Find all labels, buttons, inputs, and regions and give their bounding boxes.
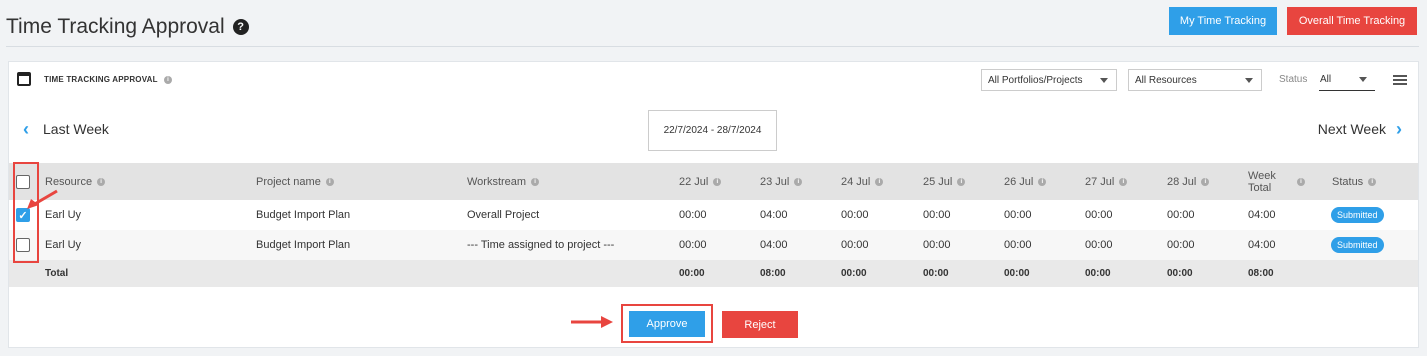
header-day-2[interactable]: 23 Jul i [760, 163, 803, 200]
card-title-text: TIME TRACKING APPROVAL [44, 75, 158, 84]
chevron-down-icon [1100, 78, 1108, 83]
resource-filter-dropdown[interactable]: All Resources [1128, 69, 1262, 91]
header-workstream[interactable]: Workstream i [467, 163, 540, 200]
chevron-left-icon: ‹ [23, 119, 29, 139]
portfolio-filter-value: All Portfolios/Projects [988, 74, 1083, 86]
annotation-arrow-icon [571, 316, 613, 328]
approval-card: TIME TRACKING APPROVAL i All Portfolios/… [8, 61, 1419, 348]
info-icon: i [1368, 177, 1377, 186]
total-label: Total [45, 268, 69, 279]
header-day-7[interactable]: 28 Jul i [1167, 163, 1210, 200]
hamburger-menu-icon[interactable] [1393, 75, 1407, 85]
info-icon: i [97, 177, 106, 186]
info-icon: i [1297, 177, 1305, 186]
approve-button-highlight [621, 304, 713, 343]
cell-day-3: 00:00 [841, 239, 869, 251]
cell-day-3: 00:00 [841, 209, 869, 221]
next-week-link[interactable]: Next Week › [1318, 120, 1402, 138]
header-divider [6, 46, 1419, 47]
checkbox-column-highlight [13, 162, 39, 263]
table-row[interactable]: Earl Uy Budget Import Plan --- Time assi… [9, 230, 1418, 260]
reject-button[interactable]: Reject [722, 311, 798, 338]
next-week-label: Next Week [1317, 121, 1386, 137]
header-day-1[interactable]: 22 Jul i [679, 163, 722, 200]
calendar-icon [17, 72, 31, 86]
cell-resource: Earl Uy [45, 239, 82, 251]
header-day-3[interactable]: 24 Jul i [841, 163, 884, 200]
header-project[interactable]: Project name i [256, 163, 334, 200]
total-day-1: 00:00 [679, 268, 705, 279]
info-icon: i [1119, 177, 1128, 186]
status-filter-label: Status [1279, 74, 1308, 85]
status-badge: Submitted [1331, 237, 1384, 253]
header-day-6[interactable]: 27 Jul i [1085, 163, 1128, 200]
header-day-4[interactable]: 25 Jul i [923, 163, 966, 200]
cell-workstream: --- Time assigned to project --- [467, 239, 615, 251]
info-icon: i [713, 177, 722, 186]
info-icon: i [1201, 177, 1210, 186]
chevron-right-icon: › [1396, 119, 1402, 139]
cell-day-5: 00:00 [1004, 239, 1032, 251]
total-week-total: 08:00 [1248, 268, 1274, 279]
cell-status: Submitted [1331, 200, 1384, 230]
date-range-field[interactable]: 22/7/2024 - 28/7/2024 [648, 110, 777, 151]
cell-workstream: Overall Project [467, 209, 540, 221]
info-icon: i [325, 177, 334, 186]
cell-project: Budget Import Plan [256, 209, 351, 221]
cell-day-2: 04:00 [760, 209, 788, 221]
status-filter-dropdown[interactable]: All [1319, 69, 1375, 91]
info-icon: i [875, 177, 884, 186]
cell-day-6: 00:00 [1085, 209, 1113, 221]
header-status[interactable]: Status i [1332, 163, 1377, 200]
status-filter-value: All [1320, 74, 1332, 85]
info-icon: i [794, 177, 803, 186]
last-week-link[interactable]: ‹ Last Week [23, 120, 109, 138]
info-icon: i [531, 177, 540, 186]
cell-day-2: 04:00 [760, 239, 788, 251]
cell-day-6: 00:00 [1085, 239, 1113, 251]
total-day-4: 00:00 [923, 268, 949, 279]
header-week-total[interactable]: Week Total [1248, 163, 1294, 200]
card-title: TIME TRACKING APPROVAL i [44, 75, 173, 84]
total-day-5: 00:00 [1004, 268, 1030, 279]
total-day-2: 08:00 [760, 268, 786, 279]
table-header-row: Resource i Project name i Workstream i 22 J… [9, 163, 1418, 200]
status-badge: Submitted [1331, 207, 1384, 223]
cell-status: Submitted [1331, 230, 1384, 260]
help-icon[interactable]: ? [232, 19, 249, 35]
info-icon: i [1038, 177, 1047, 186]
header-day-5[interactable]: 26 Jul i [1004, 163, 1047, 200]
total-day-3: 00:00 [841, 268, 867, 279]
annotation-arrow-icon [27, 189, 58, 209]
cell-week-total: 04:00 [1248, 239, 1276, 251]
portfolio-filter-dropdown[interactable]: All Portfolios/Projects [981, 69, 1117, 91]
last-week-label: Last Week [43, 121, 109, 137]
page-title-text: Time Tracking Approval [6, 15, 225, 38]
time-tracking-table: Resource i Project name i Workstream i 22 J… [9, 163, 1418, 287]
total-day-7: 00:00 [1167, 268, 1193, 279]
overall-time-tracking-button[interactable]: Overall Time Tracking [1287, 7, 1417, 35]
cell-day-7: 00:00 [1167, 239, 1195, 251]
my-time-tracking-button[interactable]: My Time Tracking [1169, 7, 1277, 35]
page-title: Time Tracking Approval ? [6, 15, 249, 39]
header-week-total-info: i [1292, 163, 1305, 200]
chevron-down-icon [1359, 77, 1367, 82]
cell-day-7: 00:00 [1167, 209, 1195, 221]
cell-day-1: 00:00 [679, 239, 707, 251]
cell-day-4: 00:00 [923, 239, 951, 251]
chevron-down-icon [1245, 78, 1253, 83]
cell-day-4: 00:00 [923, 209, 951, 221]
table-row[interactable]: ✓ Earl Uy Budget Import Plan Overall Pro… [9, 200, 1418, 230]
cell-week-total: 04:00 [1248, 209, 1276, 221]
info-icon: i [957, 177, 966, 186]
resource-filter-value: All Resources [1135, 74, 1197, 86]
cell-day-1: 00:00 [679, 209, 707, 221]
table-total-row: Total 00:00 08:00 00:00 00:00 00:00 00:0… [9, 260, 1418, 287]
info-icon[interactable]: i [164, 75, 173, 84]
cell-project: Budget Import Plan [256, 239, 351, 251]
cell-day-5: 00:00 [1004, 209, 1032, 221]
total-day-6: 00:00 [1085, 268, 1111, 279]
